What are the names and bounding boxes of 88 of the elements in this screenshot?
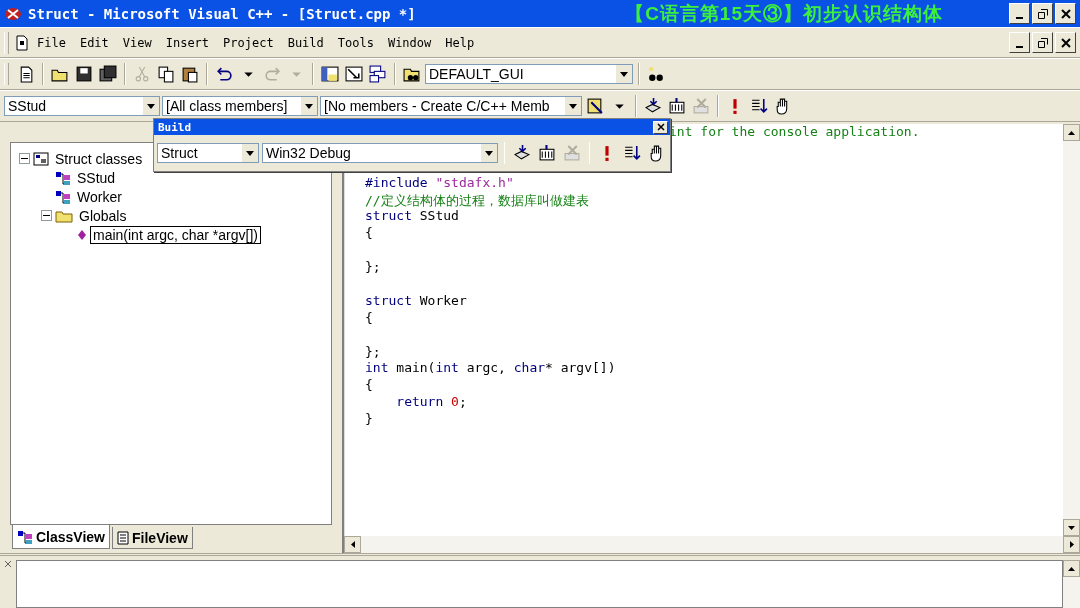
up-arrow-icon — [1068, 566, 1075, 571]
restore-button[interactable] — [1032, 32, 1053, 53]
copy-icon[interactable] — [155, 63, 177, 85]
tree-item[interactable]: SStud — [74, 168, 119, 187]
code-line: { — [365, 309, 373, 325]
menu-item[interactable]: Project — [217, 33, 280, 52]
workspace-window-icon[interactable] — [319, 63, 341, 85]
right-arrow-icon — [1069, 541, 1074, 548]
menu-item[interactable]: File — [31, 33, 72, 52]
minimize-icon — [1016, 45, 1023, 48]
class-icon — [17, 528, 33, 545]
dropdown-arrow-icon[interactable] — [246, 150, 254, 156]
dropdown-arrow-icon[interactable] — [569, 103, 577, 109]
members-combo[interactable]: [No members - Create C/C++ Memb — [320, 96, 582, 116]
restore-icon — [1037, 37, 1048, 48]
minimize-button[interactable] — [1009, 32, 1030, 53]
tree-item[interactable]: main(int argc, char *argv[]) — [90, 225, 261, 244]
class-icon — [55, 169, 71, 186]
close-icon — [1060, 37, 1071, 48]
code-line: #include "stdafx.h" — [365, 174, 514, 190]
code-line: }; — [365, 343, 381, 359]
close-icon — [1060, 8, 1071, 19]
menu-item[interactable]: Build — [281, 33, 330, 52]
menu-item[interactable]: View — [116, 33, 158, 52]
close-icon — [656, 123, 665, 131]
workspace-tab[interactable]: ClassView — [12, 525, 110, 549]
code-line: } — [365, 411, 373, 427]
menu-item[interactable]: Tools — [331, 33, 380, 52]
dropdown-arrow-icon[interactable] — [305, 103, 313, 109]
build-config-combo[interactable]: Win32 Debug — [262, 143, 498, 163]
class-view-icon — [33, 150, 49, 167]
close-button[interactable] — [653, 120, 668, 134]
code-line: struct Worker — [365, 292, 467, 308]
code-line: int main(int argc, char* argv[]) — [365, 360, 616, 376]
minimize-button[interactable] — [1009, 3, 1030, 24]
app-logo-icon — [4, 6, 22, 21]
close-button[interactable] — [1055, 3, 1076, 24]
restore-button[interactable] — [1032, 3, 1053, 24]
minimize-icon — [1016, 16, 1023, 19]
code-line: return 0; — [395, 394, 467, 410]
dropdown-arrow-icon[interactable] — [147, 103, 155, 109]
tree-item[interactable]: Worker — [74, 187, 125, 206]
scroll-left-button[interactable] — [344, 536, 361, 553]
tree-item[interactable]: Globals — [76, 206, 130, 225]
up-arrow-icon — [1068, 130, 1075, 135]
menu-item[interactable]: Insert — [159, 33, 216, 52]
close-button[interactable] — [1055, 32, 1076, 53]
menu-item[interactable]: Help — [439, 33, 481, 52]
code-line: { — [365, 377, 373, 393]
scroll-up-button[interactable] — [1063, 124, 1080, 141]
scroll-up-button[interactable] — [1063, 560, 1080, 577]
document-icon — [15, 34, 29, 51]
workspace-tab[interactable]: FileView — [112, 527, 193, 549]
tree-item[interactable]: Struct classes — [52, 149, 146, 168]
code-line: //定义结构体的过程，数据库叫做建表 — [365, 192, 589, 208]
configuration-combo[interactable]: DEFAULT_GUI — [425, 64, 633, 84]
dropdown-arrow-icon[interactable] — [620, 71, 628, 77]
floppies-icon[interactable] — [97, 63, 119, 85]
function-icon — [77, 228, 87, 241]
file-icon — [117, 530, 129, 545]
scroll-down-button[interactable] — [1063, 519, 1080, 536]
left-arrow-icon — [350, 541, 355, 548]
toolbar-title: Build — [158, 120, 192, 134]
scroll-right-button[interactable] — [1063, 536, 1080, 553]
expand-toggle[interactable] — [19, 153, 30, 164]
menu-item[interactable]: Window — [381, 33, 438, 52]
floppy-icon[interactable] — [73, 63, 95, 85]
menu-item[interactable]: Edit — [73, 33, 115, 52]
expand-toggle[interactable] — [41, 210, 52, 221]
close-icon[interactable] — [4, 560, 12, 568]
code-line: }; — [365, 259, 381, 275]
class-icon — [55, 188, 71, 205]
class-combo[interactable]: SStud — [4, 96, 160, 116]
restore-icon — [1037, 8, 1048, 19]
output-window-icon[interactable] — [343, 63, 365, 85]
window-list-icon[interactable] — [367, 63, 389, 85]
filter-combo[interactable]: [All class members] — [162, 96, 318, 116]
build-icon[interactable] — [536, 142, 558, 164]
code-line: { — [365, 225, 373, 241]
video-caption: 【C语言第15天③】初步认识结构体 — [625, 1, 943, 26]
down-arrow-icon — [1068, 525, 1075, 530]
minus-icon — [21, 155, 28, 162]
window-title: Struct - Microsoft Visual C++ - [Struct.cpp *] — [28, 5, 416, 22]
minus-icon — [43, 212, 50, 219]
code-line: struct SStud — [365, 208, 459, 224]
project-combo[interactable]: Struct — [157, 143, 259, 163]
build-icon[interactable] — [666, 95, 688, 117]
dropdown-arrow-icon[interactable] — [485, 150, 493, 156]
